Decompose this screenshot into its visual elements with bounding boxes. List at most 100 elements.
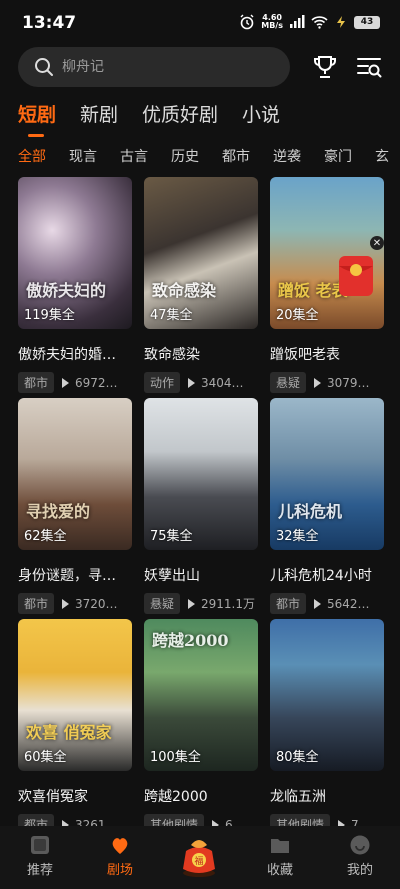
drama-meta: 都市 3720… (18, 593, 132, 614)
drama-poster[interactable]: 跨越2000 100集全 (144, 619, 258, 771)
drama-title[interactable]: 儿科危机24小时 (270, 565, 384, 585)
drama-card[interactable]: 80集全 龙临五洲 其他剧情 7… (270, 619, 384, 840)
play-count-icon (188, 377, 196, 388)
drama-poster[interactable]: 80集全 (270, 619, 384, 771)
status-bar: 13:47 4.60 MB/s 43 (0, 0, 400, 44)
nav-label: 我的 (346, 863, 373, 878)
play-count-icon (188, 598, 196, 609)
drama-card[interactable]: 致命感染 47集全 致命感染 动作 3404… (144, 177, 258, 398)
genre-tag: 动作 (144, 372, 181, 393)
wifi-icon (311, 16, 328, 29)
category-filter-icon[interactable] (355, 53, 383, 81)
genre-tab-fantasy[interactable]: 玄 (375, 146, 389, 166)
battery-icon: 43 (354, 15, 380, 29)
episode-count: 100集全 (150, 750, 201, 765)
genre-tab-history[interactable]: 历史 (171, 146, 199, 166)
drama-poster[interactable]: 75集全 (144, 398, 258, 550)
drama-poster[interactable]: 寻找爱的 62集全 (18, 398, 132, 550)
search-bar[interactable] (18, 47, 290, 87)
folder-icon (271, 839, 289, 853)
drama-meta: 都市 6972… (18, 372, 132, 393)
poster-title: 傲娇夫妇的 (26, 281, 107, 300)
episode-count: 75集全 (150, 529, 193, 544)
genre-tab-comeback[interactable]: 逆袭 (273, 146, 301, 166)
play-count: 2911.1万 (201, 597, 256, 611)
drama-meta: 动作 3404… (144, 372, 258, 393)
drama-card[interactable]: 75集全 妖孽出山 悬疑 2911.1万 (144, 398, 258, 619)
drama-title[interactable]: 蹭饭吧老表 (270, 344, 384, 364)
genre-tab-modern-romance[interactable]: 现言 (69, 146, 97, 166)
drama-card[interactable]: 欢喜 俏冤家 60集全 欢喜俏冤家 都市 3261… (18, 619, 132, 840)
nav-favorites[interactable]: 收藏 (240, 826, 320, 889)
drama-title[interactable]: 妖孽出山 (144, 565, 258, 585)
nav-theater[interactable]: 剧场 (80, 826, 160, 889)
episode-count: 20集全 (276, 308, 319, 323)
drama-card[interactable]: 傲娇夫妇的 119集全 傲娇夫妇的婚… 都市 6972… (18, 177, 132, 398)
tab-novel[interactable]: 小说 (242, 100, 280, 135)
status-time: 13:47 (22, 13, 77, 33)
poster-title: 寻找爱的 (26, 502, 91, 521)
drama-title[interactable]: 身份谜题，寻… (18, 565, 132, 585)
tab-quality-drama[interactable]: 优质好剧 (142, 100, 218, 135)
nav-recommend[interactable]: 推荐 (0, 826, 80, 889)
poster-title: 儿科危机 (278, 502, 343, 521)
drama-meta: 悬疑 2911.1万 (144, 593, 258, 614)
play-count: 6972… (75, 375, 118, 390)
genre-tab-urban[interactable]: 都市 (222, 146, 250, 166)
search-input[interactable] (62, 59, 262, 75)
lucky-bag-icon[interactable]: 福 (176, 833, 222, 879)
episode-count: 80集全 (276, 750, 319, 765)
drama-meta: 都市 5642… (270, 593, 384, 614)
genre-tabs: 全部 现言 古言 历史 都市 逆袭 豪门 玄 (18, 146, 400, 166)
genre-tab-all[interactable]: 全部 (18, 146, 46, 166)
status-icons: 4.60 MB/s 43 (239, 14, 380, 30)
drama-poster[interactable]: 儿科危机 32集全 (270, 398, 384, 550)
drama-poster[interactable]: 欢喜 俏冤家 60集全 (18, 619, 132, 771)
episode-count: 119集全 (24, 308, 75, 323)
tab-new-drama[interactable]: 新剧 (80, 100, 118, 135)
close-icon[interactable]: ✕ (370, 236, 384, 250)
episode-count: 60集全 (24, 750, 67, 765)
net-speed: 4.60 MB/s (261, 13, 283, 30)
play-count: 5642… (327, 596, 370, 611)
poster-title: 致命感染 (152, 281, 217, 300)
play-count-icon (314, 598, 322, 609)
genre-tag: 悬疑 (144, 593, 181, 614)
drama-card[interactable]: 跨越2000 100集全 跨越2000 其他剧情 6… (144, 619, 258, 840)
main-tabs: 短剧 新剧 优质好剧 小说 (18, 100, 280, 137)
play-count-icon (62, 377, 70, 388)
drama-title[interactable]: 龙临五洲 (270, 786, 384, 806)
recommend-icon (31, 836, 49, 854)
genre-tab-ancient-romance[interactable]: 古言 (120, 146, 148, 166)
play-count-icon (62, 598, 70, 609)
drama-card[interactable]: 儿科危机 32集全 儿科危机24小时 都市 5642… (270, 398, 384, 619)
drama-card[interactable]: 寻找爱的 62集全 身份谜题，寻… 都市 3720… (18, 398, 132, 619)
play-count: 3720… (75, 596, 118, 611)
drama-title[interactable]: 致命感染 (144, 344, 258, 364)
drama-grid: 傲娇夫妇的 119集全 傲娇夫妇的婚… 都市 6972… 致命感染 47集全 致… (18, 177, 384, 840)
signal-icon (290, 15, 305, 28)
genre-tag: 悬疑 (270, 372, 307, 393)
nav-profile[interactable]: 我的 (320, 826, 400, 889)
drama-title[interactable]: 欢喜俏冤家 (18, 786, 132, 806)
episode-count: 32集全 (276, 529, 319, 544)
drama-title[interactable]: 跨越2000 (144, 786, 258, 806)
episode-count: 47集全 (150, 308, 193, 323)
red-envelope-icon[interactable] (336, 252, 376, 298)
trophy-icon[interactable] (311, 53, 339, 81)
charging-icon (337, 16, 345, 28)
genre-tab-wealthy[interactable]: 豪门 (324, 146, 352, 166)
drama-poster[interactable]: 傲娇夫妇的 119集全 (18, 177, 132, 329)
play-count: 3404… (201, 375, 244, 390)
theater-icon (112, 838, 128, 854)
tab-short-drama[interactable]: 短剧 (18, 100, 56, 137)
nav-label: 推荐 (26, 863, 53, 878)
alarm-icon (240, 14, 254, 30)
profile-icon (350, 835, 370, 855)
poster-title: 跨越2000 (152, 631, 229, 650)
drama-poster[interactable]: 致命感染 47集全 (144, 177, 258, 329)
search-icon (35, 58, 53, 76)
genre-tag: 都市 (18, 372, 55, 393)
play-count: 3079… (327, 375, 370, 390)
drama-title[interactable]: 傲娇夫妇的婚… (18, 344, 132, 364)
